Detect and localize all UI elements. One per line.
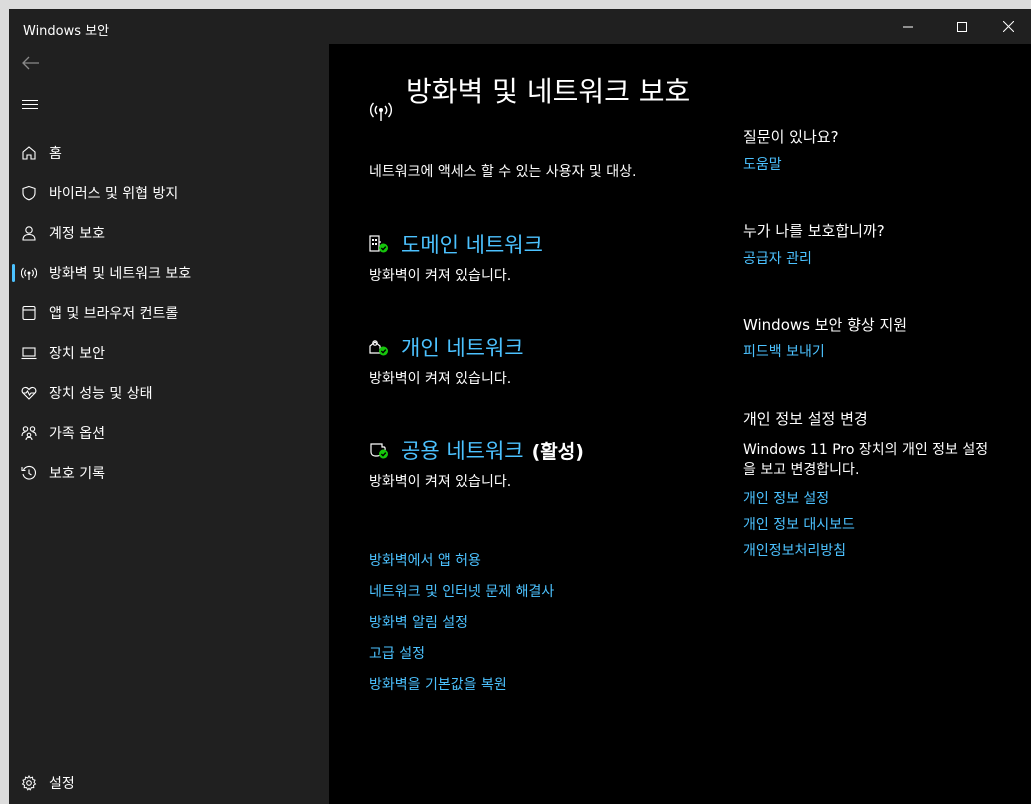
person-icon: [21, 225, 37, 241]
sidebar-item-label: 앱 및 브라우저 컨트롤: [49, 306, 179, 322]
sidebar-item-label: 장치 성능 및 상태: [49, 386, 153, 402]
laptop-icon: [21, 345, 37, 361]
public-network-link[interactable]: 공용 네트워크 (활성): [401, 435, 584, 465]
page-subtitle: 네트워크에 액세스 할 수 있는 사용자 및 대상.: [369, 164, 637, 180]
antenna-icon: [21, 265, 37, 281]
domain-network-ok-icon: [369, 234, 389, 254]
domain-network-link[interactable]: 도메인 네트워크: [401, 229, 543, 259]
privacy-description: Windows 11 Pro 장치의 개인 정보 설정을 보고 변경합니다.: [743, 442, 989, 478]
sidebar-item-app-browser[interactable]: 앱 및 브라우저 컨트롤: [9, 293, 329, 333]
sidebar-item-firewall[interactable]: 방화벽 및 네트워크 보호: [9, 253, 329, 293]
sidebar-item-label: 홈: [49, 146, 62, 162]
sidebar-item-label: 가족 옵션: [49, 426, 105, 442]
maximize-button[interactable]: [939, 9, 985, 44]
heart-pulse-icon: [21, 385, 37, 401]
title-bar[interactable]: Windows 보안: [9, 9, 1031, 44]
private-network-ok-icon: [369, 337, 389, 357]
sidebar-item-label: 보호 기록: [49, 466, 105, 482]
privacy-settings-link[interactable]: 개인 정보 설정: [743, 488, 829, 508]
send-feedback-link[interactable]: 피드백 보내기: [743, 341, 825, 361]
main-content: 방화벽 및 네트워크 보호 네트워크에 액세스 할 수 있는 사용자 및 대상.…: [329, 44, 1031, 804]
sidebar-item-label: 방화벽 및 네트워크 보호: [49, 266, 192, 282]
advanced-settings-link[interactable]: 고급 설정: [369, 643, 425, 663]
page-title: 방화벽 및 네트워크 보호: [406, 75, 691, 108]
sidebar-item-virus-protection[interactable]: 바이러스 및 위협 방지: [9, 173, 329, 213]
private-network-link[interactable]: 개인 네트워크: [401, 332, 524, 362]
close-button[interactable]: [985, 9, 1031, 44]
sidebar: 홈 바이러스 및 위협 방지 계정 보호 방화벽 및 네트워크 보호 앱 및 브…: [9, 44, 329, 804]
firewall-header-icon: [369, 99, 393, 127]
question-heading: 질문이 있나요?: [743, 128, 839, 146]
sidebar-item-settings[interactable]: 설정: [9, 763, 329, 803]
sidebar-item-device-health[interactable]: 장치 성능 및 상태: [9, 373, 329, 413]
sidebar-item-account-protection[interactable]: 계정 보호: [9, 213, 329, 253]
help-link[interactable]: 도움말: [743, 154, 782, 174]
close-icon: [1002, 21, 1014, 32]
sidebar-item-label: 바이러스 및 위협 방지: [49, 186, 179, 202]
restore-defaults-link[interactable]: 방화벽을 기본값을 복원: [369, 674, 507, 694]
minimize-button[interactable]: [885, 9, 931, 44]
back-arrow-icon: [22, 56, 39, 70]
private-network-status: 방화벽이 켜져 있습니다.: [369, 371, 512, 387]
active-badge: (활성): [531, 441, 584, 463]
sidebar-item-protection-history[interactable]: 보호 기록: [9, 453, 329, 493]
gear-icon: [21, 775, 37, 791]
sidebar-item-label: 계정 보호: [49, 226, 105, 242]
privacy-heading: 개인 정보 설정 변경: [743, 410, 868, 428]
hamburger-icon: [22, 100, 38, 109]
improve-heading: Windows 보안 향상 지원: [743, 316, 908, 334]
menu-button[interactable]: [22, 99, 38, 111]
maximize-icon: [957, 21, 967, 32]
manage-providers-link[interactable]: 공급자 관리: [743, 248, 812, 268]
notification-settings-link[interactable]: 방화벽 알림 설정: [369, 612, 468, 632]
sidebar-item-device-security[interactable]: 장치 보안: [9, 333, 329, 373]
window-title: Windows 보안: [23, 24, 110, 39]
allow-app-link[interactable]: 방화벽에서 앱 허용: [369, 550, 481, 570]
troubleshooter-link[interactable]: 네트워크 및 인터넷 문제 해결사: [369, 581, 554, 601]
sidebar-item-label: 장치 보안: [49, 346, 105, 362]
browser-icon: [21, 305, 37, 321]
windows-security-window: Windows 보안 홈 바이러스 및 위협 방지 계정 보호 방화벽 및 네트…: [9, 9, 1031, 804]
sidebar-item-family-options[interactable]: 가족 옵션: [9, 413, 329, 453]
public-network-ok-icon: [369, 440, 389, 460]
history-icon: [21, 465, 37, 481]
family-icon: [21, 425, 37, 441]
sidebar-item-label: 설정: [49, 776, 75, 792]
domain-network-status: 방화벽이 켜져 있습니다.: [369, 268, 512, 284]
minimize-icon: [903, 26, 913, 27]
back-button[interactable]: [22, 56, 40, 70]
privacy-dashboard-link[interactable]: 개인 정보 대시보드: [743, 514, 855, 534]
home-icon: [21, 145, 37, 161]
protect-heading: 누가 나를 보호합니까?: [743, 222, 885, 240]
public-network-status: 방화벽이 켜져 있습니다.: [369, 474, 512, 490]
shield-icon: [21, 185, 37, 201]
privacy-statement-link[interactable]: 개인정보처리방침: [743, 540, 846, 560]
sidebar-item-home[interactable]: 홈: [9, 133, 329, 173]
